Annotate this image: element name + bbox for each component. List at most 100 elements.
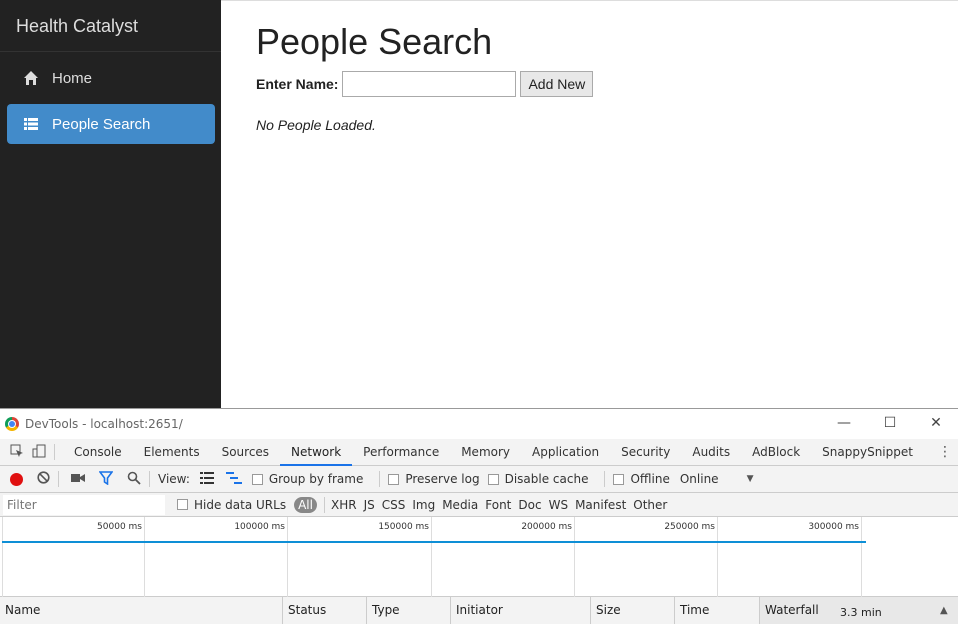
throttle-select[interactable]: Online [680,472,719,486]
sidebar: Health Catalyst Home People Search [0,0,221,408]
checkbox-label: Preserve log [405,472,480,486]
tab-console[interactable]: Console [63,439,133,466]
timeline-tick-label: 50000 ms [97,522,142,532]
checkbox-box[interactable] [388,473,400,485]
column-header-name[interactable]: Name [0,597,283,624]
filter-type-media[interactable]: Media [442,498,478,512]
tab-security[interactable]: Security [610,439,681,466]
checkbox-label: Hide data URLs [194,497,287,512]
divider [149,471,150,487]
search-row: Enter Name: Add New [256,71,594,97]
column-header-time[interactable]: Time [675,597,760,624]
filter-type-other[interactable]: Other [633,498,667,512]
timeline-tick-label: 300000 ms [808,522,859,532]
filter-type-doc[interactable]: Doc [518,498,541,512]
list-icon [23,116,39,132]
column-header-initiator[interactable]: Initiator [451,597,591,624]
divider [604,471,606,487]
tab-audits[interactable]: Audits [681,439,741,466]
add-new-button[interactable]: Add New [520,71,594,97]
sidebar-item-label: Home [52,69,93,87]
filter-bar: Hide data URLs All XHR JS CSS Img Media … [0,493,958,517]
home-icon [23,70,39,86]
timeline-gridline [717,517,718,597]
filter-type-img[interactable]: Img [412,498,435,512]
minimize-icon[interactable]: — [834,415,854,431]
group-by-frame-checkbox[interactable]: Group by frame [251,472,363,486]
record-icon[interactable] [10,472,23,486]
divider [54,444,55,460]
checkbox-label: Disable cache [504,472,589,486]
waterfall-label: Waterfall [765,603,819,617]
filter-type-manifest[interactable]: Manifest [575,498,626,512]
chevron-down-icon[interactable]: ▼ [747,474,754,484]
checkbox-label: Offline [630,472,670,486]
tab-snappysnippet[interactable]: SnappySnippet [811,439,924,466]
checkbox-box[interactable] [613,473,625,485]
filter-type-font[interactable]: Font [485,498,511,512]
filter-type-all[interactable]: All [294,496,317,513]
network-table-header: Name Status Type Initiator Size Time Wat… [0,597,958,624]
column-header-waterfall[interactable]: Waterfall 3.3 min ▲ [760,597,958,624]
tab-performance[interactable]: Performance [352,439,450,466]
timeline-tick-label: 100000 ms [234,522,285,532]
filter-icon[interactable] [98,470,114,488]
tab-network[interactable]: Network [280,439,353,466]
timeline-gridline [2,517,3,597]
filter-type-css[interactable]: CSS [382,498,406,512]
sidebar-item-home[interactable]: Home [7,58,215,98]
hide-data-urls-checkbox[interactable]: Hide data URLs [177,498,286,512]
tab-sources[interactable]: Sources [211,439,280,466]
divider [379,471,381,487]
sidebar-item-people-search[interactable]: People Search [7,104,215,144]
view-label: View: [158,472,190,486]
timeline-progress-line [2,541,866,543]
network-overview-timeline[interactable]: 50000 ms 100000 ms 150000 ms 200000 ms 2… [0,517,958,597]
search-icon[interactable] [127,471,141,488]
timeline-gridline [287,517,288,597]
timeline-gridline [574,517,575,597]
tab-application[interactable]: Application [521,439,610,466]
filter-type-xhr[interactable]: XHR [331,498,357,512]
timeline-tick-label: 200000 ms [521,522,572,532]
timeline-tick-label: 150000 ms [378,522,429,532]
column-header-size[interactable]: Size [591,597,675,624]
disable-cache-checkbox[interactable]: Disable cache [487,472,589,486]
tab-adblock[interactable]: AdBlock [741,439,811,466]
sort-ascending-icon[interactable]: ▲ [940,597,948,624]
chrome-logo-icon [5,417,19,431]
web-app: Health Catalyst Home People Search Peopl… [0,0,958,408]
checkbox-box[interactable] [251,473,263,485]
column-header-type[interactable]: Type [367,597,451,624]
offline-checkbox[interactable]: Offline [613,472,670,486]
filter-type-ws[interactable]: WS [549,498,568,512]
devtools-panel: DevTools - localhost:2651/ — ☐ ✕ Console… [0,408,958,624]
filter-input[interactable] [3,494,165,515]
name-search-input[interactable] [342,71,517,97]
close-icon[interactable]: ✕ [926,415,946,431]
device-toolbar-icon[interactable] [32,444,46,461]
filter-type-js[interactable]: JS [364,498,375,512]
preserve-log-checkbox[interactable]: Preserve log [388,472,480,486]
brand-title[interactable]: Health Catalyst [0,0,221,52]
divider [323,496,325,513]
sidebar-item-label: People Search [52,115,151,133]
capture-screenshots-icon[interactable] [71,472,85,487]
network-toolbar: View: Group by frame Preserve log Disabl… [0,466,958,493]
maximize-icon[interactable]: ☐ [880,415,900,431]
tab-elements[interactable]: Elements [133,439,211,466]
more-options-icon[interactable]: ⋮ [938,444,952,460]
devtools-tabbar: Console Elements Sources Network Perform… [0,439,958,466]
timeline-gridline [861,517,862,597]
page-title: People Search [256,21,493,62]
inspect-element-icon[interactable] [10,444,24,461]
checkbox-box[interactable] [487,473,499,485]
column-header-status[interactable]: Status [283,597,367,624]
checkbox-box[interactable] [177,499,188,510]
timeline-gridline [431,517,432,597]
large-rows-icon[interactable] [199,471,214,487]
overview-waterfall-icon[interactable] [225,471,242,487]
clear-icon[interactable] [37,471,50,487]
main-content: People Search Enter Name: Add New No Peo… [221,0,958,408]
tab-memory[interactable]: Memory [450,439,521,466]
